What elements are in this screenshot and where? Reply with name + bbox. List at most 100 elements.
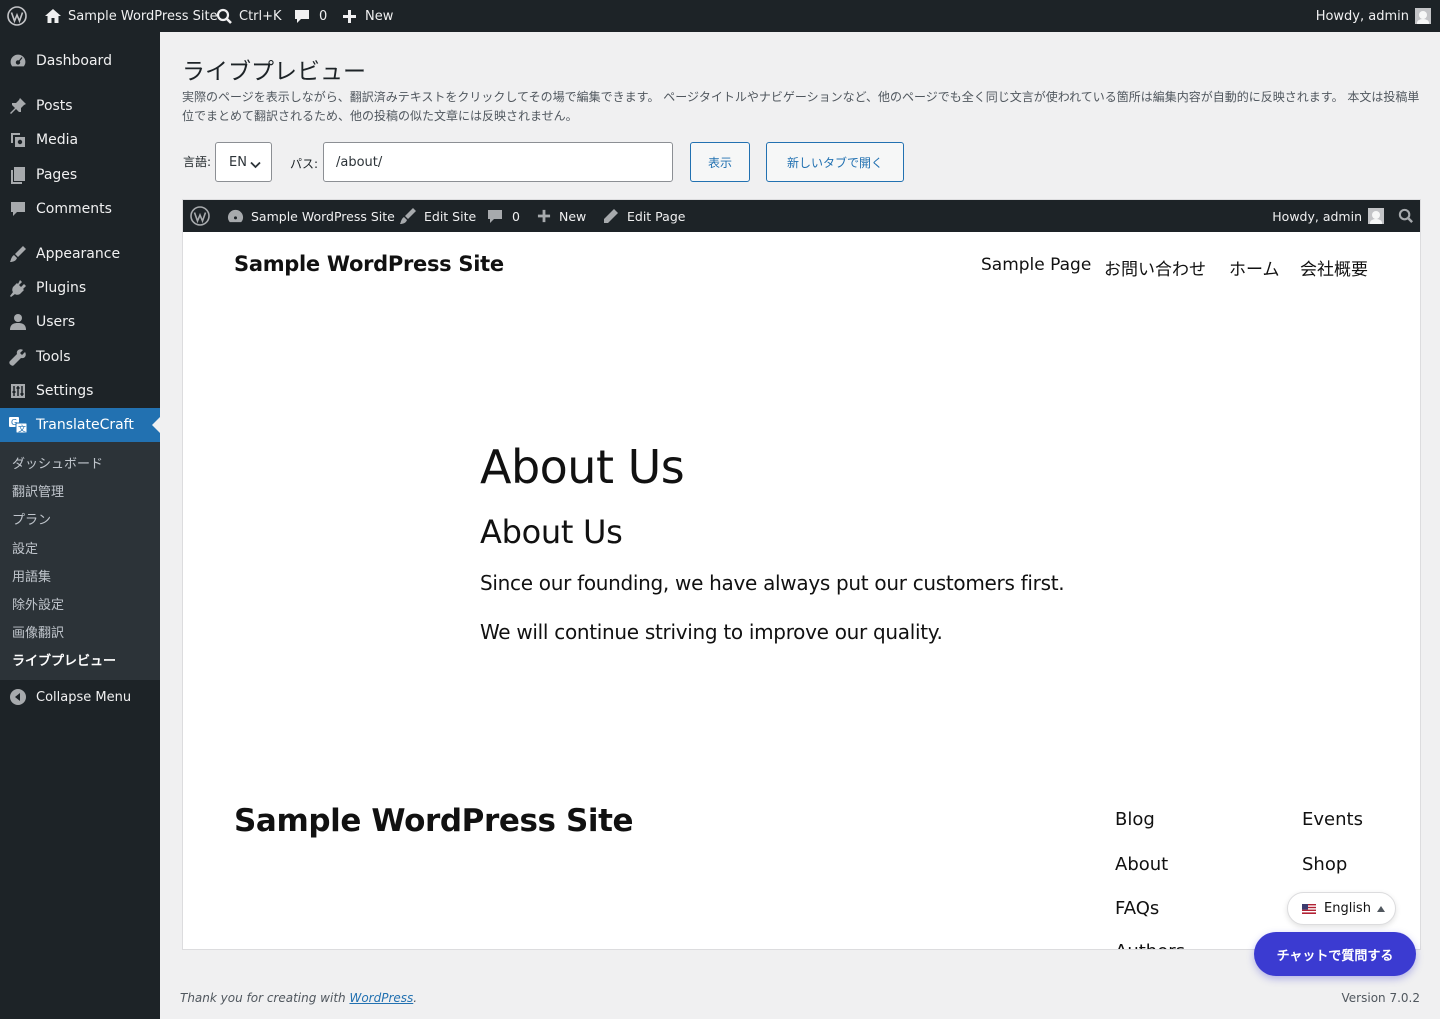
preview-my-account-menu[interactable]: Howdy, admin — [1272, 200, 1384, 232]
preview-site-title[interactable]: Sample WordPress Site — [234, 252, 504, 276]
nav-item-sample-page[interactable]: Sample Page — [981, 255, 1091, 275]
preview-search-icon[interactable] — [1398, 200, 1414, 232]
language-switcher-label: English — [1324, 901, 1371, 916]
sidebar-item-pages[interactable]: Pages — [0, 158, 160, 192]
preview-site-name-link[interactable]: Sample WordPress Site — [227, 200, 395, 232]
pencil-icon — [603, 208, 619, 224]
preview-edit-site-link[interactable]: Edit Site — [399, 200, 476, 232]
sidebar-item-tools[interactable]: Tools — [0, 340, 160, 374]
dashboard-icon — [0, 52, 36, 70]
admin-footer-thanks: Thank you for creating with WordPress. — [180, 991, 417, 1005]
show-button[interactable]: 表示 — [690, 142, 750, 182]
preview-comments-count: 0 — [512, 208, 520, 224]
pages-icon — [0, 166, 36, 184]
footer-link-authors[interactable]: Authors — [1115, 941, 1185, 949]
sidebar-item-label: Comments — [36, 201, 112, 217]
comments-count: 0 — [319, 8, 328, 24]
preview-new-label: New — [559, 208, 587, 224]
nav-item-contact[interactable]: お問い合わせ — [1104, 255, 1206, 280]
sidebar-item-label: Media — [36, 132, 79, 148]
preview-comments-link[interactable]: 0 — [487, 200, 520, 232]
submenu-item-live-preview[interactable]: ライブプレビュー — [12, 650, 116, 669]
open-new-tab-button[interactable]: 新しいタブで開く — [766, 142, 904, 182]
sidebar-item-media[interactable]: Media — [0, 123, 160, 157]
media-icon — [0, 131, 36, 149]
howdy-label: Howdy, admin — [1315, 8, 1409, 24]
preview-new-content-link[interactable]: New — [537, 200, 586, 232]
plus-icon — [537, 209, 551, 223]
new-content-link[interactable]: New — [342, 0, 393, 32]
collapse-icon — [0, 688, 36, 706]
preview-wordpress-logo-icon[interactable] — [190, 200, 210, 232]
language-switcher[interactable]: English — [1287, 892, 1396, 925]
sidebar-item-label: Dashboard — [36, 53, 112, 69]
avatar — [1415, 8, 1431, 24]
sidebar-item-dashboard[interactable]: Dashboard — [0, 44, 160, 78]
sidebar-item-appearance[interactable]: Appearance — [0, 237, 160, 271]
footer-link-events[interactable]: Events — [1302, 809, 1363, 830]
edit-site-label: Edit Site — [424, 208, 477, 224]
submenu-item-dashboard[interactable]: ダッシュボード — [12, 453, 103, 472]
brush-icon — [399, 207, 417, 225]
svg-text:G: G — [11, 418, 17, 427]
submenu-item-exclusions[interactable]: 除外設定 — [12, 594, 64, 613]
search-shortcut-label: Ctrl+K — [239, 8, 282, 24]
my-account-menu[interactable]: Howdy, admin — [1316, 0, 1431, 32]
sidebar-item-posts[interactable]: Posts — [0, 89, 160, 123]
submenu-item-glossary[interactable]: 用語集 — [12, 566, 51, 585]
footer-link-faqs[interactable]: FAQs — [1115, 898, 1159, 919]
nav-item-company[interactable]: 会社概要 — [1300, 255, 1368, 280]
preview-admin-bar: Sample WordPress Site Edit Site 0 New Ed… — [183, 200, 1420, 232]
preview-paragraph[interactable]: We will continue striving to improve our… — [480, 620, 943, 644]
footer-link-shop[interactable]: Shop — [1302, 854, 1347, 875]
sidebar-item-comments[interactable]: Comments — [0, 192, 160, 226]
language-select[interactable]: EN — [215, 142, 272, 182]
path-input[interactable] — [323, 142, 673, 182]
footer-link-about[interactable]: About — [1115, 854, 1168, 875]
preview-subheading[interactable]: About Us — [480, 513, 623, 551]
search-icon — [216, 8, 233, 25]
preview-paragraph[interactable]: Since our founding, we have always put o… — [480, 571, 1065, 595]
plus-icon — [342, 9, 357, 24]
collapse-menu-label: Collapse Menu — [36, 689, 132, 705]
preview-edit-page-link[interactable]: Edit Page — [603, 200, 685, 232]
sidebar-item-plugins[interactable]: Plugins — [0, 271, 160, 305]
page-title: ライブプレビュー — [182, 59, 366, 85]
wordpress-logo-icon[interactable] — [7, 0, 27, 32]
translate-icon: G文 — [0, 416, 36, 434]
live-preview-frame[interactable]: Sample WordPress Site Edit Site 0 New Ed… — [182, 199, 1421, 950]
footer-link-blog[interactable]: Blog — [1115, 809, 1155, 830]
collapse-menu-button[interactable]: Collapse Menu — [0, 680, 160, 714]
dashboard-icon — [227, 208, 244, 225]
home-icon — [44, 7, 62, 25]
site-name-link[interactable]: Sample WordPress Site — [44, 0, 218, 32]
thanks-suffix: . — [413, 991, 418, 1005]
comments-link[interactable]: 0 — [294, 0, 327, 32]
submenu-item-translation-management[interactable]: 翻訳管理 — [12, 481, 64, 500]
sidebar-item-label: Pages — [36, 167, 78, 183]
submenu-item-image-translation[interactable]: 画像翻訳 — [12, 622, 64, 641]
us-flag-icon — [1302, 903, 1316, 914]
sidebar-item-users[interactable]: Users — [0, 305, 160, 339]
chevron-down-icon — [250, 158, 261, 173]
edit-page-label: Edit Page — [627, 208, 686, 224]
sidebar-item-label: Tools — [36, 349, 71, 365]
sidebar-item-settings[interactable]: Settings — [0, 374, 160, 408]
comment-icon — [487, 208, 503, 224]
command-search[interactable]: Ctrl+K — [216, 0, 282, 32]
brush-icon — [0, 245, 36, 263]
sidebar-item-translatecraft[interactable]: G文 TranslateCraft — [0, 408, 160, 442]
preview-footer-site-title[interactable]: Sample WordPress Site — [234, 803, 634, 839]
site-name-label: Sample WordPress Site — [68, 8, 218, 24]
language-label: 言語: — [183, 155, 212, 169]
preview-page-heading[interactable]: About Us — [480, 440, 685, 494]
wordpress-link[interactable]: WordPress — [349, 991, 413, 1005]
submenu-item-settings[interactable]: 設定 — [12, 538, 38, 557]
admin-footer-version: Version 7.0.2 — [1341, 991, 1420, 1005]
preview-howdy-label: Howdy, admin — [1272, 208, 1362, 224]
nav-item-home[interactable]: ホーム — [1229, 255, 1280, 280]
chat-button[interactable]: チャットで質問する — [1254, 932, 1416, 976]
sidebar-item-label: Settings — [36, 383, 94, 399]
pin-icon — [0, 97, 36, 115]
submenu-item-plan[interactable]: プラン — [12, 509, 51, 528]
